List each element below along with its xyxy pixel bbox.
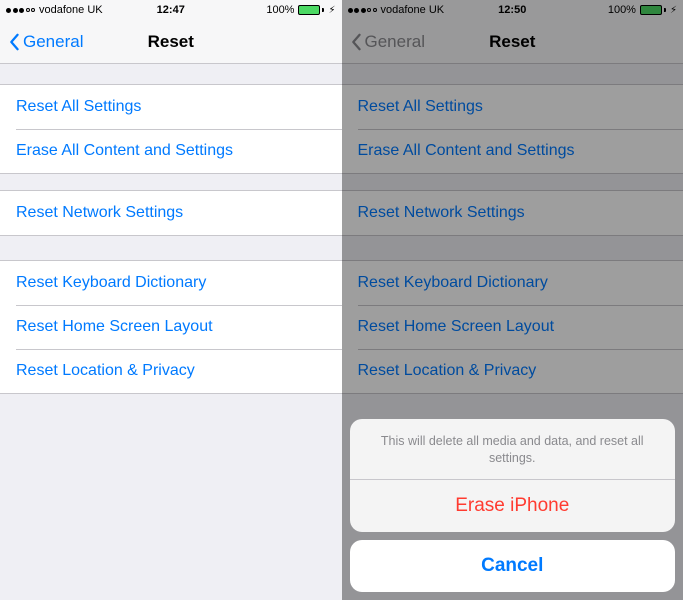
reset-home-screen-row[interactable]: Reset Home Screen Layout: [342, 305, 683, 349]
reset-network-row[interactable]: Reset Network Settings: [0, 191, 342, 235]
status-bar: vodafone UK 12:50 100% ⚡︎: [342, 0, 683, 20]
section-1: Reset All Settings Erase All Content and…: [0, 84, 342, 174]
row-label: Reset All Settings: [358, 98, 483, 116]
reset-location-privacy-row[interactable]: Reset Location & Privacy: [342, 349, 683, 393]
row-label: Reset All Settings: [16, 98, 141, 116]
status-left: vodafone UK: [6, 4, 103, 16]
battery-pct-label: 100%: [608, 4, 636, 16]
screenshot-right: vodafone UK 12:50 100% ⚡︎ General Reset …: [342, 0, 683, 600]
section-3: Reset Keyboard Dictionary Reset Home Scr…: [342, 260, 683, 394]
nav-bar: General Reset: [342, 20, 683, 64]
chevron-left-icon: [8, 33, 20, 51]
battery-pct-label: 100%: [266, 4, 294, 16]
row-label: Erase All Content and Settings: [358, 142, 575, 160]
reset-location-privacy-row[interactable]: Reset Location & Privacy: [0, 349, 342, 393]
reset-keyboard-row[interactable]: Reset Keyboard Dictionary: [342, 261, 683, 305]
reset-network-row[interactable]: Reset Network Settings: [342, 191, 683, 235]
back-label: General: [23, 32, 83, 52]
carrier-label: vodafone UK: [39, 4, 103, 16]
signal-dots-icon: [6, 8, 35, 13]
clock-label: 12:47: [157, 4, 185, 16]
erase-all-content-row[interactable]: Erase All Content and Settings: [0, 129, 342, 173]
row-label: Reset Keyboard Dictionary: [358, 274, 548, 292]
battery-icon: [640, 5, 666, 15]
screenshot-left: vodafone UK 12:47 100% ⚡︎ General Reset …: [0, 0, 342, 600]
section-2: Reset Network Settings: [0, 190, 342, 236]
row-label: Reset Network Settings: [16, 204, 183, 222]
back-button[interactable]: General: [350, 32, 425, 52]
row-label: Reset Keyboard Dictionary: [16, 274, 206, 292]
erase-iphone-button[interactable]: Erase iPhone: [350, 480, 676, 532]
status-right: 100% ⚡︎: [608, 4, 677, 16]
reset-all-settings-row[interactable]: Reset All Settings: [0, 85, 342, 129]
page-title: Reset: [148, 32, 194, 52]
erase-all-content-row[interactable]: Erase All Content and Settings: [342, 129, 683, 173]
action-sheet: This will delete all media and data, and…: [350, 419, 676, 592]
cancel-button[interactable]: Cancel: [350, 540, 676, 592]
page-title: Reset: [489, 32, 535, 52]
status-left: vodafone UK: [348, 4, 445, 16]
nav-bar: General Reset: [0, 20, 342, 64]
section-1: Reset All Settings Erase All Content and…: [342, 84, 683, 174]
status-right: 100% ⚡︎: [266, 4, 335, 16]
section-2: Reset Network Settings: [342, 190, 683, 236]
carrier-label: vodafone UK: [381, 4, 445, 16]
charging-icon: ⚡︎: [328, 5, 335, 16]
row-label: Reset Network Settings: [358, 204, 525, 222]
charging-icon: ⚡︎: [670, 5, 677, 16]
row-label: Erase All Content and Settings: [16, 142, 233, 160]
clock-label: 12:50: [498, 4, 526, 16]
row-label: Reset Location & Privacy: [358, 362, 537, 380]
chevron-left-icon: [350, 33, 362, 51]
reset-all-settings-row[interactable]: Reset All Settings: [342, 85, 683, 129]
reset-keyboard-row[interactable]: Reset Keyboard Dictionary: [0, 261, 342, 305]
back-button[interactable]: General: [8, 32, 83, 52]
action-sheet-message: This will delete all media and data, and…: [350, 419, 676, 480]
reset-home-screen-row[interactable]: Reset Home Screen Layout: [0, 305, 342, 349]
settings-list: Reset All Settings Erase All Content and…: [0, 64, 342, 600]
section-3: Reset Keyboard Dictionary Reset Home Scr…: [0, 260, 342, 394]
row-label: Reset Home Screen Layout: [16, 318, 213, 336]
row-label: Reset Home Screen Layout: [358, 318, 555, 336]
back-label: General: [365, 32, 425, 52]
status-bar: vodafone UK 12:47 100% ⚡︎: [0, 0, 342, 20]
battery-icon: [298, 5, 324, 15]
signal-dots-icon: [348, 8, 377, 13]
row-label: Reset Location & Privacy: [16, 362, 195, 380]
action-sheet-group: This will delete all media and data, and…: [350, 419, 676, 532]
